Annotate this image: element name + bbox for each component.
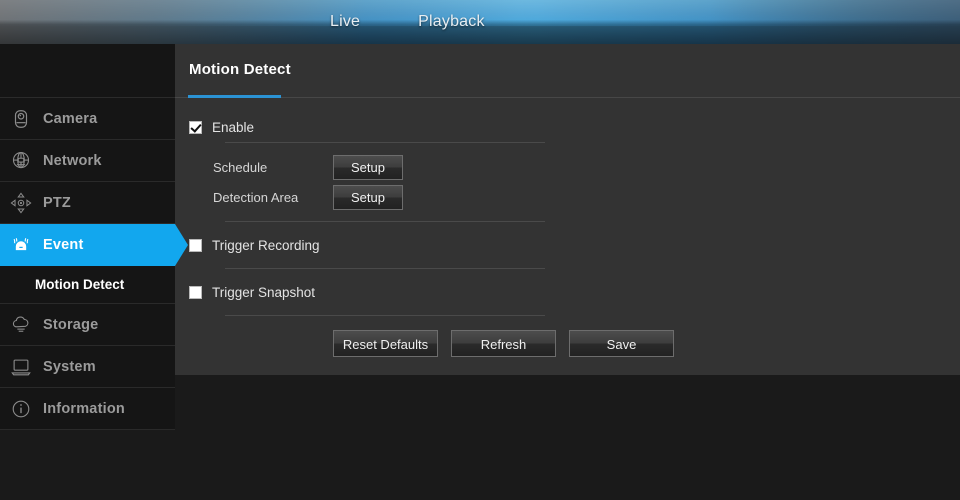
divider-after-trigger-recording [225, 268, 545, 269]
page-title: Motion Detect [189, 61, 291, 78]
system-monitor-icon [8, 354, 34, 380]
alarm-bell-icon [8, 232, 34, 258]
reset-defaults-button[interactable]: Reset Defaults [333, 330, 438, 357]
trigger-recording-row: Trigger Recording [175, 230, 960, 260]
sidebar-item-label: Event [43, 236, 84, 253]
trigger-snapshot-label: Trigger Snapshot [212, 284, 316, 300]
sidebar-item-label: System [43, 358, 96, 375]
sidebar-item-event[interactable]: Event [0, 224, 188, 266]
sidebar-item-label: Network [43, 152, 102, 169]
refresh-button[interactable]: Refresh [451, 330, 556, 357]
sidebar-item-camera[interactable]: Camera [0, 98, 175, 140]
motion-detect-form: Enable Schedule Setup Detection Area Set… [175, 98, 960, 357]
sidebar-item-ptz[interactable]: PTZ [0, 182, 175, 224]
schedule-setup-button[interactable]: Setup [333, 154, 403, 180]
sidebar-top-spacer [0, 44, 175, 98]
trigger-snapshot-checkbox[interactable] [189, 285, 202, 299]
panel-header: Motion Detect [175, 44, 960, 98]
network-globe-icon [8, 148, 34, 174]
sidebar-item-label: Storage [43, 316, 99, 333]
schedule-label: Schedule [213, 159, 268, 175]
content-panel: Motion Detect Enable Schedule Setup Dete… [175, 44, 960, 375]
enable-row: Enable [175, 112, 960, 142]
detection-area-setup-button[interactable]: Setup [333, 184, 403, 210]
nav-tab-live[interactable]: Live [330, 13, 360, 31]
save-button[interactable]: Save [569, 330, 674, 357]
detection-area-row: Detection Area Setup [175, 182, 960, 212]
setup-rows: Schedule Setup Detection Area Setup [175, 143, 960, 221]
sidebar-item-network[interactable]: Network [0, 140, 175, 182]
left-sidebar: Camera Network PTZ Event Motion Detect S… [0, 44, 188, 430]
divider-after-setup [225, 221, 545, 222]
trigger-recording-label: Trigger Recording [212, 237, 320, 253]
enable-checkbox[interactable] [189, 120, 202, 134]
schedule-row: Schedule Setup [175, 152, 960, 182]
sidebar-item-system[interactable]: System [0, 346, 175, 388]
sidebar-subitem-motion-detect[interactable]: Motion Detect [0, 266, 175, 304]
enable-label: Enable [212, 119, 255, 135]
sidebar-item-label: Information [43, 400, 125, 417]
sidebar-item-information[interactable]: Information [0, 388, 175, 430]
detection-area-label: Detection Area [213, 189, 299, 205]
cloud-storage-icon [8, 312, 34, 338]
action-button-bar: Reset Defaults Refresh Save [175, 316, 960, 357]
nav-tab-playback[interactable]: Playback [418, 13, 485, 31]
top-header-bar: Live Playback [0, 0, 960, 44]
main-nav-tabs: Live Playback [0, 0, 960, 44]
camera-icon [8, 106, 34, 132]
ptz-arrows-icon [8, 190, 34, 216]
sidebar-item-storage[interactable]: Storage [0, 304, 175, 346]
info-circle-icon [8, 396, 34, 422]
trigger-snapshot-row: Trigger Snapshot [175, 277, 960, 307]
sidebar-subitem-label: Motion Detect [35, 277, 125, 292]
sidebar-item-label: Camera [43, 110, 98, 127]
trigger-recording-checkbox[interactable] [189, 238, 202, 252]
sidebar-item-label: PTZ [43, 194, 71, 211]
